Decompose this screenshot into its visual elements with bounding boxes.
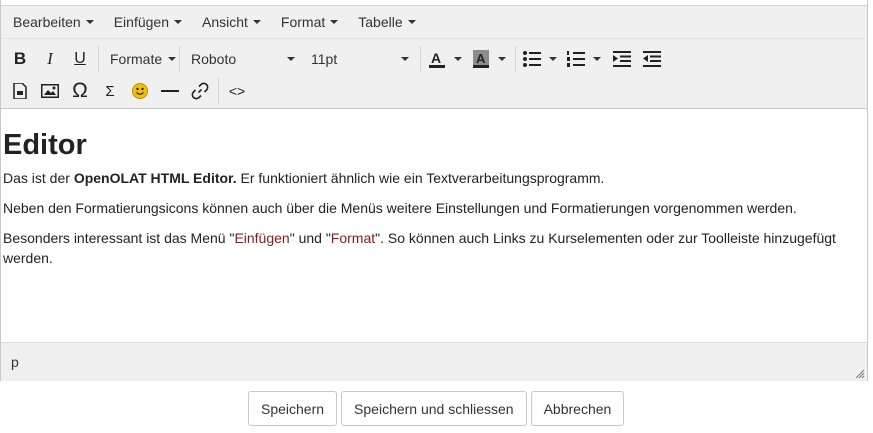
menu-ansicht[interactable]: Ansicht bbox=[192, 6, 271, 38]
horizontal-rule-button[interactable] bbox=[155, 77, 185, 105]
formats-dropdown[interactable]: Formate bbox=[102, 45, 177, 73]
svg-text:A: A bbox=[476, 51, 486, 66]
omega-icon: Ω bbox=[72, 79, 88, 102]
chevron-down-icon bbox=[407, 20, 416, 24]
image-icon bbox=[41, 84, 59, 98]
content-paragraph: Das ist der OpenOLAT HTML Editor. Er fun… bbox=[3, 170, 605, 186]
numbered-list-button[interactable] bbox=[563, 45, 607, 73]
numbered-list-icon bbox=[563, 45, 589, 73]
document-icon bbox=[13, 83, 27, 99]
text-color-button[interactable]: A bbox=[424, 45, 468, 73]
chevron-down-icon bbox=[174, 20, 182, 24]
menu-tabelle[interactable]: Tabelle bbox=[348, 6, 425, 38]
indent-button[interactable] bbox=[607, 45, 637, 73]
content-paragraph: Neben den Formatierungsicons können auch… bbox=[3, 200, 797, 216]
chevron-down-icon bbox=[454, 57, 462, 61]
text-color-icon: A bbox=[424, 45, 450, 73]
insert-image-button[interactable] bbox=[35, 77, 65, 105]
math-button[interactable]: Σ bbox=[95, 77, 125, 105]
insert-link-button[interactable] bbox=[185, 77, 215, 105]
chevron-down-icon bbox=[401, 57, 409, 61]
chevron-down-icon bbox=[330, 20, 339, 24]
sigma-icon: Σ bbox=[105, 82, 115, 100]
source-code-button[interactable]: <> bbox=[222, 77, 252, 105]
smiley-icon bbox=[132, 83, 148, 99]
toolbar-row-formatting: B I U Formate Roboto 11pt A A bbox=[1, 43, 667, 75]
chevron-down-icon bbox=[252, 20, 261, 24]
toolbar-divider bbox=[179, 46, 180, 72]
toolbar: B I U Formate Roboto 11pt A A Ω Σ <> bbox=[1, 39, 867, 109]
save-button[interactable]: Speichern bbox=[248, 391, 338, 426]
menubar: Bearbeiten Einfügen Ansicht Format Tabel… bbox=[1, 5, 867, 39]
chevron-down-icon bbox=[85, 20, 94, 24]
content-paragraph: Besonders interessant ist das Menü "Einf… bbox=[3, 230, 836, 266]
chevron-down-icon bbox=[549, 57, 557, 61]
emoticon-button[interactable] bbox=[125, 77, 155, 105]
element-path[interactable]: p bbox=[11, 354, 19, 370]
content-heading: Editor bbox=[3, 129, 87, 161]
resize-handle-icon[interactable] bbox=[855, 369, 865, 379]
toolbar-row-insert: Ω Σ <> bbox=[1, 75, 252, 107]
toolbar-divider bbox=[420, 46, 421, 72]
svg-text:A: A bbox=[431, 50, 441, 66]
insert-file-button[interactable] bbox=[5, 77, 35, 105]
chevron-down-icon bbox=[168, 57, 177, 61]
font-family-dropdown[interactable]: Roboto bbox=[183, 45, 303, 73]
chevron-down-icon bbox=[593, 57, 601, 61]
menu-bearbeiten[interactable]: Bearbeiten bbox=[3, 6, 104, 38]
html-editor: Bearbeiten Einfügen Ansicht Format Tabel… bbox=[0, 0, 868, 381]
action-buttons: Speichern Speichern und schliessen Abbre… bbox=[248, 391, 625, 426]
statusbar: p bbox=[1, 342, 867, 381]
menu-einfuegen[interactable]: Einfügen bbox=[104, 6, 192, 38]
toolbar-divider bbox=[98, 46, 99, 72]
font-size-dropdown[interactable]: 11pt bbox=[303, 45, 417, 73]
bold-button[interactable]: B bbox=[5, 45, 35, 73]
save-and-close-button[interactable]: Speichern und schliessen bbox=[341, 391, 527, 426]
background-color-icon: A bbox=[468, 45, 494, 73]
background-color-button[interactable]: A bbox=[468, 45, 512, 73]
chevron-down-icon bbox=[287, 57, 295, 61]
italic-button[interactable]: I bbox=[35, 45, 65, 73]
editor-content[interactable]: Editor Das ist der OpenOLAT HTML Editor.… bbox=[1, 110, 867, 342]
outdent-icon bbox=[643, 51, 661, 67]
toolbar-divider bbox=[515, 46, 516, 72]
link-icon bbox=[191, 82, 209, 100]
bullet-list-icon bbox=[519, 45, 545, 73]
bullet-list-button[interactable] bbox=[519, 45, 563, 73]
toolbar-divider bbox=[218, 78, 219, 104]
menu-format[interactable]: Format bbox=[271, 6, 348, 38]
horizontal-line-icon bbox=[161, 90, 179, 92]
indent-icon bbox=[613, 51, 631, 67]
code-icon: <> bbox=[228, 83, 246, 99]
special-char-button[interactable]: Ω bbox=[65, 77, 95, 105]
chevron-down-icon bbox=[498, 57, 506, 61]
cancel-button[interactable]: Abbrechen bbox=[530, 391, 625, 426]
outdent-button[interactable] bbox=[637, 45, 667, 73]
underline-button[interactable]: U bbox=[65, 45, 95, 73]
highlight-einfuegen: Einfügen bbox=[234, 230, 290, 246]
highlight-format: Format bbox=[330, 230, 376, 246]
